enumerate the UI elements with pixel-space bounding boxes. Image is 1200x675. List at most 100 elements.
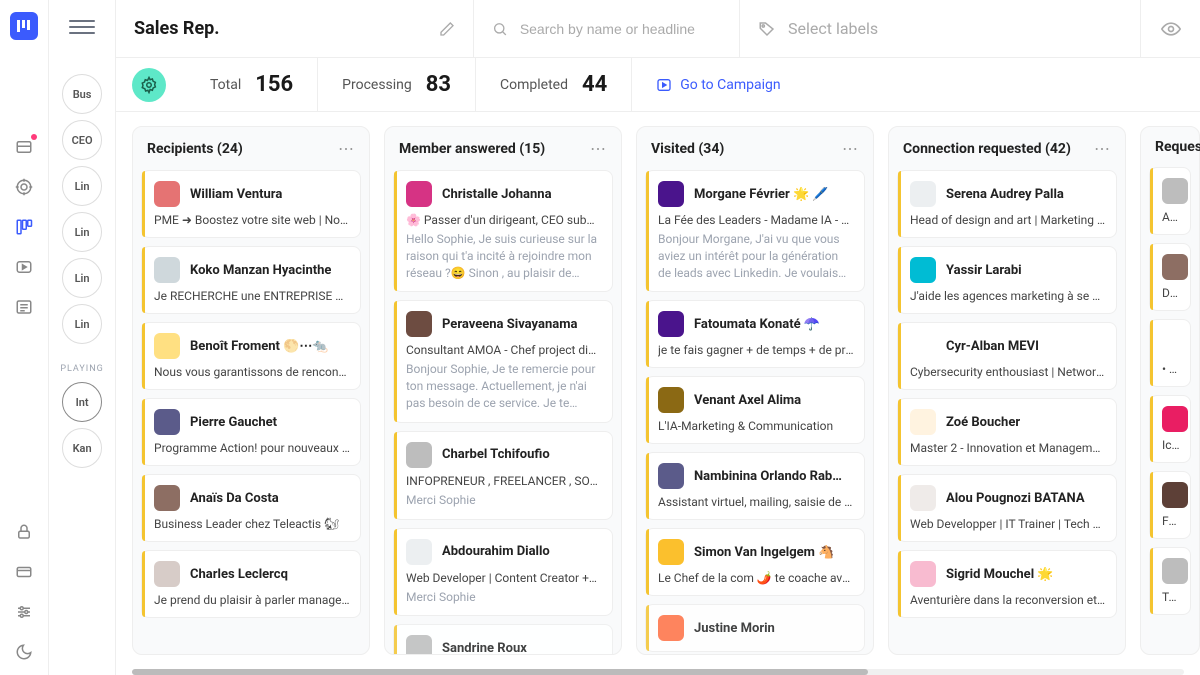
person-headline: Digital Ma…: [1162, 286, 1180, 300]
person-card[interactable]: Cyr-Alban MEVICybersecurity enthousiast …: [897, 322, 1117, 390]
settings-icon[interactable]: [13, 601, 35, 623]
stat-processing: Processing 83: [318, 58, 476, 111]
campaign-pill[interactable]: CEO: [62, 120, 102, 160]
moon-icon[interactable]: [13, 641, 35, 663]
card-icon[interactable]: [13, 561, 35, 583]
column-menu-icon[interactable]: ⋯: [842, 139, 859, 158]
person-card[interactable]: Justine Morin: [645, 604, 865, 652]
lock-icon[interactable]: [13, 521, 35, 543]
video-icon[interactable]: [13, 256, 35, 278]
person-card[interactable]: Sa…• Étudiant…: [1149, 319, 1191, 387]
person-name: Koko Manzan Hyacinthe: [190, 263, 331, 278]
person-name: Pierre Gauchet: [190, 415, 277, 430]
person-card[interactable]: Na…Freelance…: [1149, 471, 1191, 539]
stats-bar: Total 156 Processing 83 Completed 44 Go …: [116, 58, 1200, 112]
person-card[interactable]: Alou Pougnozi BATANAWeb Developper | IT …: [897, 474, 1117, 542]
inbox-icon[interactable]: [13, 136, 35, 158]
person-card[interactable]: Sandrine Roux: [393, 624, 613, 654]
edit-title-icon[interactable]: [439, 21, 455, 37]
app-logo[interactable]: [10, 12, 38, 40]
person-card[interactable]: William VenturaPME ➜ Boostez votre site …: [141, 170, 361, 238]
campaign-pill[interactable]: Lin: [62, 304, 102, 344]
horizontal-scrollbar[interactable]: [132, 669, 1184, 675]
avatar: [1162, 254, 1188, 280]
go-to-campaign-link[interactable]: Go to Campaign: [632, 77, 804, 93]
person-name: Cyr-Alban MEVI: [946, 339, 1039, 354]
avatar: [154, 485, 180, 511]
campaign-pill[interactable]: Lin: [62, 212, 102, 252]
list-icon[interactable]: [13, 296, 35, 318]
avatar: [1162, 330, 1188, 356]
person-name: Christalle Johanna: [442, 187, 552, 202]
person-card[interactable]: Anaïs Da CostaBusiness Leader chez Telea…: [141, 474, 361, 542]
avatar: [1162, 558, 1188, 584]
person-card[interactable]: Pierre GauchetProgramme Action! pour nou…: [141, 398, 361, 466]
person-card[interactable]: Simon Van Ingelgem 🐴Le Chef de la com 🌶️…: [645, 528, 865, 596]
person-card[interactable]: Christalle Johanna🌸 Passer d'un dirigean…: [393, 170, 613, 292]
search-input[interactable]: [520, 21, 721, 37]
person-card[interactable]: Koko Manzan HyacintheJe RECHERCHE une EN…: [141, 246, 361, 314]
campaign-pill[interactable]: Kan: [62, 428, 102, 468]
person-card[interactable]: Sigrid Mouchel 🌟Aventurière dans la reco…: [897, 550, 1117, 618]
person-name: Abdourahim Diallo: [442, 544, 550, 559]
person-headline: Je prend du plaisir à parler managem…: [154, 593, 350, 607]
column-menu-icon[interactable]: ⋯: [590, 139, 607, 158]
stat-total: Total 156: [186, 58, 318, 111]
person-card[interactable]: Charbel TchifoufioINFOPRENEUR , FREELANC…: [393, 431, 613, 520]
gear-badge[interactable]: [132, 68, 166, 102]
person-card[interactable]: Benoît Froment 🌕⋯🐀Nous vous garantissons…: [141, 322, 361, 390]
avatar: [910, 561, 936, 587]
person-headline: Aventurière dans la reconversion et e…: [910, 593, 1106, 607]
left-rail: [0, 0, 49, 675]
person-card[interactable]: Nambinina Orlando Rab…Assistant virtuel,…: [645, 452, 865, 520]
person-headline: Ici pour va…: [1162, 438, 1180, 452]
person-card[interactable]: Morgane Février 🌟 🖊️La Fée des Leaders -…: [645, 170, 865, 292]
person-card[interactable]: Yassir LarabiJ'aide les agences marketin…: [897, 246, 1117, 314]
person-card[interactable]: Ch…Amazon C…: [1149, 167, 1191, 235]
person-card[interactable]: Serena Audrey PallaHead of design and ar…: [897, 170, 1117, 238]
person-card[interactable]: Lu…Ici pour va…: [1149, 395, 1191, 463]
campaign-pill[interactable]: Lin: [62, 166, 102, 206]
play-icon: [656, 77, 672, 93]
campaigns-column: BusCEOLinLinLinLin PLAYING IntKan: [49, 0, 116, 675]
campaign-pill[interactable]: Lin: [62, 258, 102, 298]
visibility-button[interactable]: [1140, 0, 1200, 57]
person-headline: Assistant virtuel, mailing, saisie de do…: [658, 495, 854, 509]
campaign-pill[interactable]: Int: [62, 382, 102, 422]
avatar: [910, 333, 936, 359]
header: Sales Rep. Select labels: [116, 0, 1200, 58]
person-card[interactable]: Venant Axel AlimaL'IA-Marketing & Commun…: [645, 376, 865, 444]
person-name: Benoît Froment 🌕⋯🐀: [190, 339, 329, 354]
person-card[interactable]: Peraveena SivayanamaConsultant AMOA - Ch…: [393, 300, 613, 422]
person-name: Anaïs Da Costa: [190, 491, 279, 506]
person-card[interactable]: Abdourahim DialloWeb Developer | Content…: [393, 528, 613, 617]
column-menu-icon[interactable]: ⋯: [338, 139, 355, 158]
kanban-icon[interactable]: [13, 216, 35, 238]
person-card[interactable]: Pr…Digital Ma…: [1149, 243, 1191, 311]
person-card[interactable]: Charles LeclercqJe prend du plaisir à pa…: [141, 550, 361, 618]
labels-box[interactable]: Select labels: [740, 0, 1140, 57]
person-name: Justine Morin: [694, 621, 775, 636]
person-name: Alou Pougnozi BATANA: [946, 491, 1085, 506]
page-title: Sales Rep.: [134, 18, 220, 39]
tag-icon: [758, 20, 776, 38]
column-menu-icon[interactable]: ⋯: [1094, 139, 1111, 158]
person-card[interactable]: Pi…Talent Ac…: [1149, 547, 1191, 615]
search-box[interactable]: [474, 0, 740, 57]
target-icon[interactable]: [13, 176, 35, 198]
person-card[interactable]: Zoé BoucherMaster 2 - Innovation et Mana…: [897, 398, 1117, 466]
person-headline: INFOPRENEUR , FREELANCER , SOCI…: [406, 474, 602, 488]
column-title: Visited (34): [651, 141, 724, 157]
campaign-pill[interactable]: Bus: [62, 74, 102, 114]
person-name: Yassir Larabi: [946, 263, 1022, 278]
person-headline: PME ➜ Boostez votre site web | Nous…: [154, 213, 350, 227]
column-title: Connection requested (42): [903, 141, 1071, 157]
avatar: [910, 181, 936, 207]
menu-button[interactable]: [69, 14, 95, 40]
message-preview: Hello Sophie, Je suis curieuse sur la ra…: [406, 231, 602, 281]
person-card[interactable]: Fatoumata Konaté ☂️je te fais gagner + d…: [645, 300, 865, 368]
person-name: Simon Van Ingelgem 🐴: [694, 545, 834, 560]
avatar: [406, 539, 432, 565]
kanban-column: Recipients (24)⋯William VenturaPME ➜ Boo…: [132, 126, 370, 655]
stat-completed: Completed 44: [476, 58, 632, 111]
